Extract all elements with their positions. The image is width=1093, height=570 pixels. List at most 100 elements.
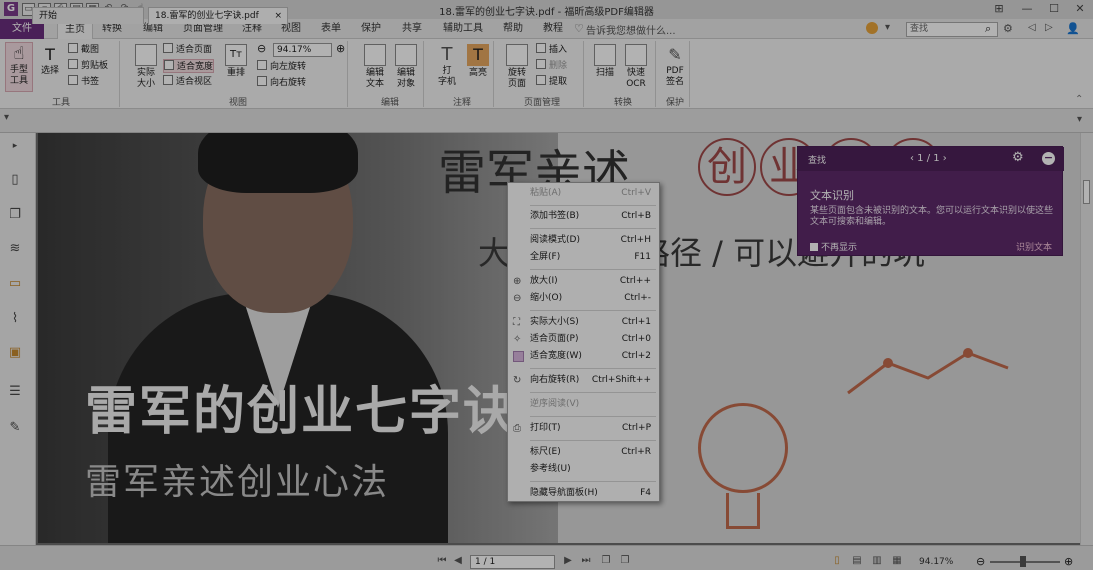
tab-accessibility[interactable]: 辅助工具 bbox=[438, 19, 488, 39]
tab-options-icon[interactable]: ▾ bbox=[1077, 114, 1082, 125]
menu-item-reverse-read[interactable]: 逆序阅读(V) bbox=[508, 396, 659, 413]
next-page-icon[interactable]: ▶ bbox=[562, 555, 574, 566]
menu-item-print[interactable]: ⎙ 打印(T) Ctrl+P bbox=[508, 420, 659, 437]
tab-protect[interactable]: 保护 bbox=[356, 19, 386, 39]
settings-icon[interactable]: ⚙ bbox=[1003, 22, 1013, 35]
tab-tutorial[interactable]: 教程 bbox=[538, 19, 568, 39]
edit-text-button[interactable]: 编辑 文本 bbox=[361, 44, 389, 90]
menu-item-zoom-in[interactable]: ⊕ 放大(I) Ctrl++ bbox=[508, 273, 659, 290]
actual-size-button[interactable]: 实际 大小 bbox=[133, 44, 159, 90]
delete-button[interactable]: 删除 bbox=[536, 59, 567, 73]
pages-icon[interactable]: ❐ bbox=[7, 207, 23, 223]
rotate-page-icon bbox=[506, 44, 528, 66]
zoom-in-icon[interactable]: ⊕ bbox=[336, 42, 345, 55]
pdf-sign-button[interactable]: ✎ PDF 签名 bbox=[662, 44, 688, 88]
fit-width-button[interactable]: 适合宽度 bbox=[163, 59, 215, 73]
clipboard-button[interactable]: 剪贴板 bbox=[68, 59, 108, 73]
fit-visible-button[interactable]: 适合视区 bbox=[163, 75, 212, 89]
rotate-page-button[interactable]: 旋转 页面 bbox=[503, 44, 531, 90]
user-dropdown-icon[interactable]: ▾ bbox=[885, 22, 890, 33]
maximize-icon[interactable]: ☐ bbox=[1045, 2, 1063, 16]
insert-button[interactable]: 插入 bbox=[536, 43, 567, 57]
attachments-icon[interactable]: ⌇ bbox=[7, 311, 23, 327]
menu-item-ruler[interactable]: 标尺(E) Ctrl+R bbox=[508, 444, 659, 461]
typewriter-button[interactable]: T打 字机 bbox=[434, 44, 460, 88]
comments-icon[interactable]: ▭ bbox=[7, 276, 23, 292]
menu-item-zoom-out[interactable]: ⊖ 缩小(O) Ctrl+- bbox=[508, 290, 659, 307]
menu-item-add-bookmark[interactable]: 添加书签(B) Ctrl+B bbox=[508, 208, 659, 225]
tab-share[interactable]: 共享 bbox=[397, 19, 427, 39]
menu-item-rotate-right[interactable]: ↻ 向右旋转(R) Ctrl+Shift++ bbox=[508, 372, 659, 389]
tab-current-document[interactable]: 18.雷军的创业七字诀.pdf × bbox=[148, 7, 288, 24]
zoom-slider-knob[interactable] bbox=[1020, 556, 1026, 567]
zoom-out-icon[interactable]: ⊖ bbox=[257, 42, 266, 55]
menu-item-fit-page[interactable]: ✧ 适合页面(P) Ctrl+0 bbox=[508, 331, 659, 348]
dont-show-checkbox[interactable]: 不再显示 bbox=[810, 240, 857, 253]
recognize-text-link[interactable]: 识别文本 bbox=[1016, 240, 1052, 253]
select-button[interactable]: T 选择 bbox=[37, 44, 63, 77]
last-page-icon[interactable]: ⏭ bbox=[580, 555, 592, 566]
reflow-button[interactable]: Tт 重排 bbox=[224, 44, 248, 79]
view-continuous-icon[interactable]: ▤ bbox=[851, 555, 863, 566]
security-icon[interactable]: ▣ bbox=[7, 345, 23, 361]
single-page-icon[interactable]: ❐ bbox=[600, 555, 612, 566]
first-page-icon[interactable]: ⏮ bbox=[436, 555, 448, 566]
account-icon[interactable]: 👤 bbox=[1066, 22, 1080, 35]
view-facing-icon[interactable]: ▥ bbox=[871, 555, 883, 566]
ribbon-display-icon[interactable]: ⊞ bbox=[990, 2, 1008, 16]
page-icon bbox=[135, 44, 157, 66]
highlight-button[interactable]: T 高亮 bbox=[465, 44, 491, 79]
form-icon[interactable]: ☰ bbox=[7, 384, 23, 400]
extract-button[interactable]: 提取 bbox=[536, 75, 567, 89]
screenshot-button[interactable]: 截图 bbox=[68, 43, 99, 57]
close-icon[interactable]: ✕ bbox=[1071, 2, 1089, 16]
layers-icon[interactable]: ≋ bbox=[7, 241, 23, 257]
prev-icon[interactable]: ◁ bbox=[1028, 22, 1036, 33]
scan-button[interactable]: 扫描 bbox=[593, 44, 617, 79]
tab-form[interactable]: 表单 bbox=[316, 19, 346, 39]
menu-item-actual-size[interactable]: ⛶ 实际大小(S) Ctrl+1 bbox=[508, 314, 659, 331]
extract-icon bbox=[536, 75, 546, 85]
notification-icon[interactable] bbox=[866, 22, 878, 34]
tab-list-icon[interactable]: ▾ bbox=[4, 112, 9, 123]
tab-help[interactable]: 帮助 bbox=[498, 19, 528, 39]
search-icon[interactable]: ⌕ bbox=[985, 22, 991, 36]
continuous-page-icon[interactable]: ❐ bbox=[619, 555, 631, 566]
zoom-in-icon[interactable]: ⊕ bbox=[1064, 555, 1073, 568]
menu-item-hide-nav-panel[interactable]: 隐藏导航面板(H) F4 bbox=[508, 485, 659, 502]
prev-page-icon[interactable]: ◀ bbox=[452, 555, 464, 566]
gear-icon[interactable]: ⚙ bbox=[1012, 150, 1024, 165]
quick-ocr-button[interactable]: 快速 OCR bbox=[622, 44, 650, 90]
edit-object-button[interactable]: 编辑 对象 bbox=[392, 44, 420, 90]
zoom-select[interactable]: 94.17% bbox=[273, 43, 332, 57]
tell-me-input[interactable]: 告诉我您想做什么... bbox=[586, 22, 676, 37]
menu-item-paste[interactable]: 粘贴(A) Ctrl+V bbox=[508, 185, 659, 202]
collapse-ribbon-icon[interactable]: ⌃ bbox=[1075, 94, 1083, 105]
delete-icon bbox=[536, 59, 546, 69]
menu-item-guides[interactable]: 参考线(U) bbox=[508, 461, 659, 478]
tab-start[interactable]: 开始 bbox=[32, 7, 144, 24]
zoom-level[interactable]: 94.17% bbox=[919, 557, 953, 567]
ocr-page-indicator[interactable]: ‹ 1 / 1 › bbox=[910, 153, 947, 164]
view-single-icon[interactable]: ▯ bbox=[831, 555, 843, 566]
view-cover-icon[interactable]: ▦ bbox=[891, 555, 903, 566]
fit-page-button[interactable]: 适合页面 bbox=[163, 43, 212, 57]
group-label-view: 视图 bbox=[228, 98, 247, 108]
scrollbar-thumb[interactable] bbox=[1083, 180, 1090, 204]
next-icon[interactable]: ▷ bbox=[1045, 22, 1053, 33]
collapse-icon[interactable]: − bbox=[1042, 152, 1055, 165]
hand-tool-button[interactable]: ☝ 手型 工具 bbox=[5, 42, 33, 92]
menu-item-fit-width[interactable]: 适合宽度(W) Ctrl+2 bbox=[508, 348, 659, 365]
close-tab-icon[interactable]: × bbox=[274, 8, 282, 24]
rotate-left-button[interactable]: 向左旋转 bbox=[257, 60, 306, 74]
page-number-input[interactable]: 1 / 1 bbox=[470, 555, 555, 569]
menu-item-read-mode[interactable]: 阅读模式(D) Ctrl+H bbox=[508, 232, 659, 249]
bookmark-icon[interactable]: ▯ bbox=[7, 172, 23, 188]
zoom-out-icon[interactable]: ⊖ bbox=[976, 555, 985, 568]
menu-item-fullscreen[interactable]: 全屏(F) F11 bbox=[508, 249, 659, 266]
signature-icon[interactable]: ✎ bbox=[7, 420, 23, 436]
minimize-icon[interactable]: — bbox=[1018, 2, 1036, 16]
expand-arrow-icon[interactable]: ▸ bbox=[7, 138, 23, 154]
bookmark-button[interactable]: 书签 bbox=[68, 75, 99, 89]
rotate-right-button[interactable]: 向右旋转 bbox=[257, 76, 306, 90]
